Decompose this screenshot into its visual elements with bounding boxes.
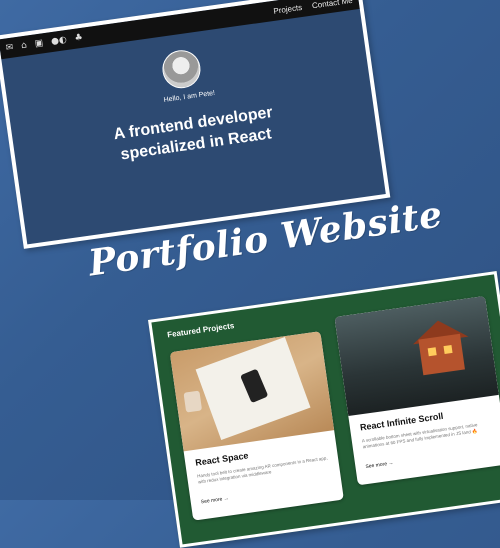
project-card-react-space[interactable]: React Space Handy tool belt to create am… — [169, 331, 344, 521]
house-window — [427, 347, 437, 357]
stackoverflow-icon[interactable]: ♣ — [74, 33, 83, 44]
project-card-react-infinite-scroll[interactable]: React Infinite Scroll A scrollable botto… — [334, 295, 500, 486]
hero-tagline: A frontend developer specialized in Reac… — [12, 88, 376, 180]
social-icons: ✉ ⌂ ▣ ●◐ ♣ — [5, 33, 83, 54]
nav-link-projects[interactable]: Projects — [273, 2, 303, 15]
github-icon[interactable]: ⌂ — [21, 41, 28, 52]
project-thumbnail — [334, 295, 499, 417]
house-window — [443, 345, 453, 355]
nav-links: Projects Contact Me — [273, 0, 353, 15]
featured-projects-heading: Featured Projects — [166, 321, 235, 340]
project-title: React Space — [194, 450, 250, 468]
avatar — [159, 47, 203, 91]
see-more-link[interactable]: See more → — [365, 460, 394, 470]
mug-image — [183, 390, 203, 413]
project-thumbnail — [169, 331, 335, 452]
house-image — [418, 333, 465, 376]
mail-icon[interactable]: ✉ — [5, 42, 14, 53]
nav-link-contact[interactable]: Contact Me — [311, 0, 353, 10]
medium-icon[interactable]: ●◐ — [50, 35, 67, 47]
see-more-link[interactable]: See more → — [200, 496, 229, 506]
linkedin-icon[interactable]: ▣ — [34, 38, 44, 49]
projects-screenshot-card: Featured Projects React Space Handy tool… — [148, 271, 500, 548]
